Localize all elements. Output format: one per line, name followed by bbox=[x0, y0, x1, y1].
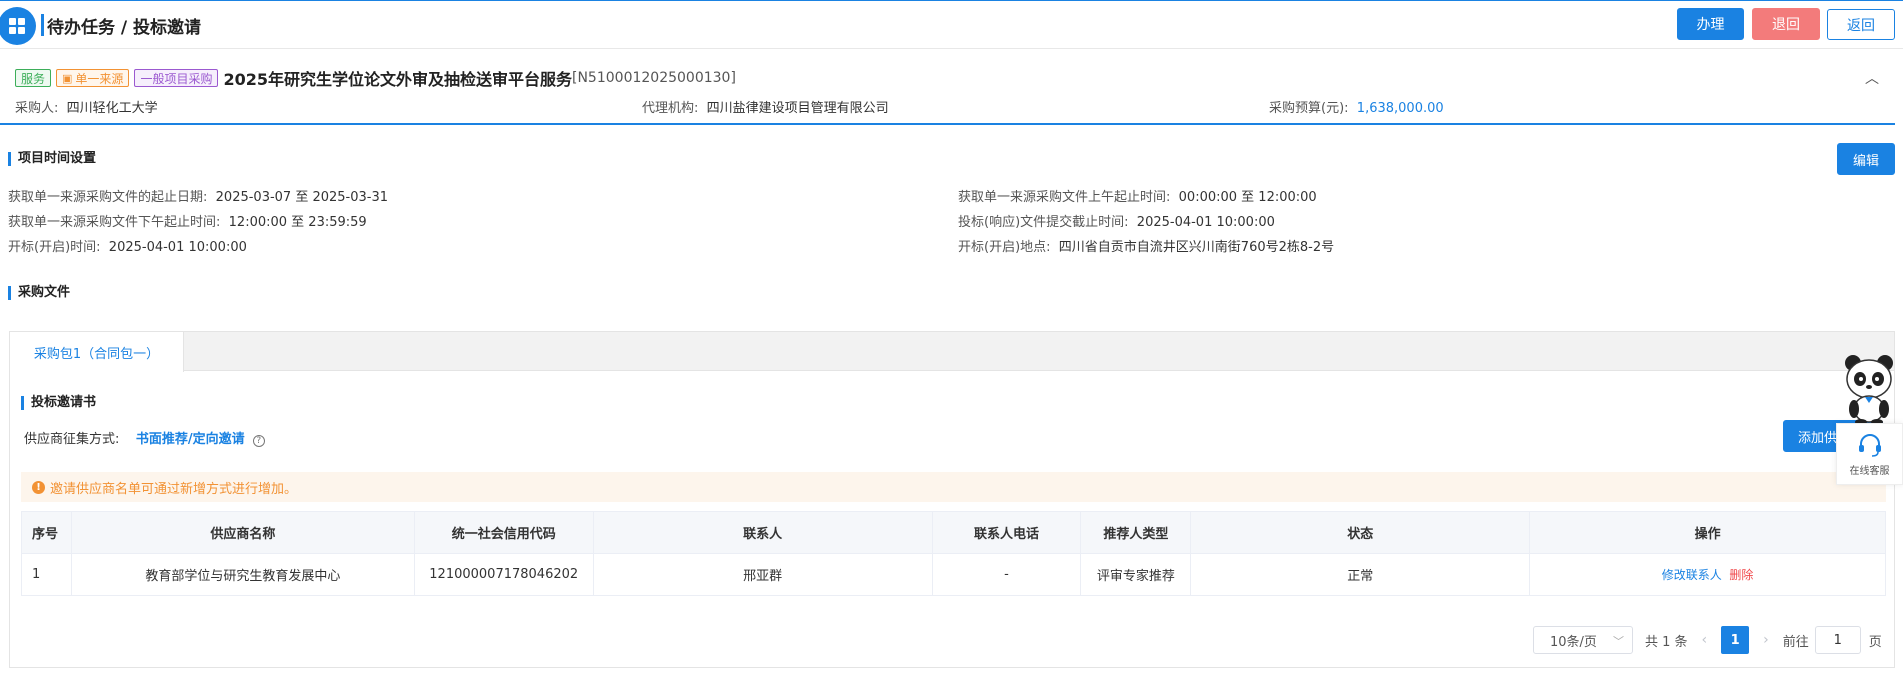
table-row: 1 教育部学位与研究生教育发展中心 121000007178046202 邢亚群… bbox=[21, 553, 1886, 596]
doc-afternoon-time-field: 获取单一来源采购文件下午起止时间: 12:00:00 至 23:59:59 bbox=[8, 215, 367, 230]
page-unit: 页 bbox=[1868, 634, 1882, 650]
opening-location-field: 开标(开启)地点: 四川省自贡市自流井区兴川南街760号2栋8-2号 bbox=[958, 240, 1335, 255]
goto-page-input[interactable]: 1 bbox=[1814, 626, 1861, 654]
header-divider bbox=[0, 123, 1895, 125]
procurement-docs-title: 采购文件 bbox=[8, 285, 70, 301]
page-size-select[interactable]: 10条/页 ﹀ bbox=[1533, 626, 1633, 654]
help-icon[interactable]: ? bbox=[252, 435, 265, 447]
col-actions: 操作 bbox=[1529, 511, 1886, 554]
submission-deadline-field: 投标(响应)文件提交截止时间: 2025-04-01 10:00:00 bbox=[958, 215, 1275, 230]
delete-link[interactable]: 删除 bbox=[1729, 568, 1753, 582]
tag-single-source: ▣ 单一来源 bbox=[56, 69, 130, 87]
supplier-method-field: 供应商征集方式: 书面推荐/定向邀请 ? bbox=[24, 428, 265, 447]
headset-icon bbox=[1858, 433, 1881, 457]
pagination: 10条/页 ﹀ 共 1 条 ‹ 1 › 前往 1 页 bbox=[1533, 626, 1882, 654]
tab-package-1[interactable]: 采购包1（合同包一） bbox=[10, 332, 184, 372]
chevron-down-icon: ﹀ bbox=[1613, 635, 1624, 648]
info-icon: ! bbox=[32, 480, 45, 494]
doc-morning-time-field: 获取单一来源采购文件上午起止时间: 00:00:00 至 12:00:00 bbox=[958, 190, 1317, 205]
col-contact: 联系人 bbox=[592, 511, 933, 554]
cell-actions: 修改联系人 删除 bbox=[1529, 553, 1886, 596]
panda-mascot-icon bbox=[1845, 355, 1893, 425]
title-accent-bar bbox=[41, 14, 44, 36]
notice-text: 邀请供应商名单可通过新增方式进行增加。 bbox=[50, 481, 298, 497]
reject-button[interactable]: 退回 bbox=[1752, 8, 1820, 40]
page-number-1[interactable]: 1 bbox=[1721, 626, 1750, 654]
budget-value: 1,638,000.00 bbox=[1356, 101, 1444, 116]
time-settings-title: 项目时间设置 bbox=[8, 151, 96, 167]
opening-time-field: 开标(开启)时间: 2025-04-01 10:00:00 bbox=[8, 240, 247, 255]
table-header-row: 序号 供应商名称 统一社会信用代码 联系人 联系人电话 推荐人类型 状态 操作 bbox=[21, 511, 1886, 554]
project-code: [N5100012025000130] bbox=[572, 70, 736, 86]
tag-service: 服务 bbox=[15, 69, 52, 87]
basket-icon: ▣ bbox=[62, 71, 73, 85]
cell-recommender-type: 评审专家推荐 bbox=[1080, 553, 1192, 596]
edit-button[interactable]: 编辑 bbox=[1837, 143, 1895, 175]
back-button[interactable]: 返回 bbox=[1827, 9, 1895, 40]
cell-contact-phone: - bbox=[931, 553, 1082, 596]
col-contact-phone: 联系人电话 bbox=[931, 511, 1082, 554]
total-count: 共 1 条 bbox=[1645, 634, 1688, 650]
budget-field: 采购预算(元): 1,638,000.00 bbox=[1269, 101, 1444, 116]
cell-supplier-name: 教育部学位与研究生教育发展中心 bbox=[70, 553, 415, 596]
supplier-method-value: 书面推荐/定向邀请 bbox=[135, 432, 245, 447]
project-header: 服务 ▣ 单一来源 一般项目采购 2025年研究生学位论文外审及抽检送审平台服务 … bbox=[15, 66, 1895, 126]
doc-date-range-field: 获取单一来源采购文件的起止日期: 2025-03-07 至 2025-03-31 bbox=[8, 190, 389, 205]
next-page-icon[interactable]: › bbox=[1763, 632, 1769, 648]
page-title: 待办任务 / 投标邀请 bbox=[47, 18, 202, 38]
customer-service-button[interactable]: 在线客服 bbox=[1836, 423, 1903, 485]
app-menu-icon[interactable] bbox=[0, 7, 36, 45]
col-status: 状态 bbox=[1190, 511, 1531, 554]
top-bar: 待办任务 / 投标邀请 办理 退回 返回 bbox=[0, 0, 1903, 49]
handle-button[interactable]: 办理 bbox=[1677, 8, 1744, 40]
cell-status: 正常 bbox=[1190, 553, 1531, 596]
col-recommender-type: 推荐人类型 bbox=[1080, 511, 1192, 554]
package-tabs: 采购包1（合同包一） bbox=[10, 332, 1894, 372]
agency-field: 代理机构: 四川盐律建设项目管理有限公司 bbox=[642, 101, 889, 116]
prev-page-icon[interactable]: ‹ bbox=[1702, 632, 1708, 648]
customer-service-widget[interactable]: 在线客服 bbox=[1836, 353, 1903, 485]
cell-contact: 邢亚群 bbox=[592, 553, 933, 596]
goto-label: 前往 bbox=[1782, 634, 1809, 650]
agency-value: 四川盐律建设项目管理有限公司 bbox=[706, 101, 889, 116]
collapse-chevron-icon[interactable]: ︿ bbox=[1865, 68, 1879, 88]
cell-credit-code: 121000007178046202 bbox=[413, 553, 594, 596]
cell-index: 1 bbox=[21, 553, 72, 596]
supplier-table: 序号 供应商名称 统一社会信用代码 联系人 联系人电话 推荐人类型 状态 操作 … bbox=[21, 511, 1886, 596]
package-panel: 采购包1（合同包一） 投标邀请书 供应商征集方式: 书面推荐/定向邀请 ? 添加… bbox=[9, 331, 1895, 668]
customer-service-label: 在线客服 bbox=[1849, 465, 1890, 477]
col-supplier-name: 供应商名称 bbox=[70, 511, 415, 554]
edit-contact-link[interactable]: 修改联系人 bbox=[1662, 568, 1722, 582]
notice-bar: ! 邀请供应商名单可通过新增方式进行增加。 bbox=[21, 472, 1886, 502]
purchaser-field: 采购人: 四川轻化工大学 bbox=[15, 101, 158, 116]
project-name: 2025年研究生学位论文外审及抽检送审平台服务 bbox=[223, 70, 572, 89]
col-index: 序号 bbox=[21, 511, 72, 554]
col-credit-code: 统一社会信用代码 bbox=[413, 511, 594, 554]
purchaser-value: 四川轻化工大学 bbox=[66, 101, 158, 116]
tag-procurement-type: 一般项目采购 bbox=[134, 69, 219, 87]
invite-letter-title: 投标邀请书 bbox=[21, 395, 96, 411]
